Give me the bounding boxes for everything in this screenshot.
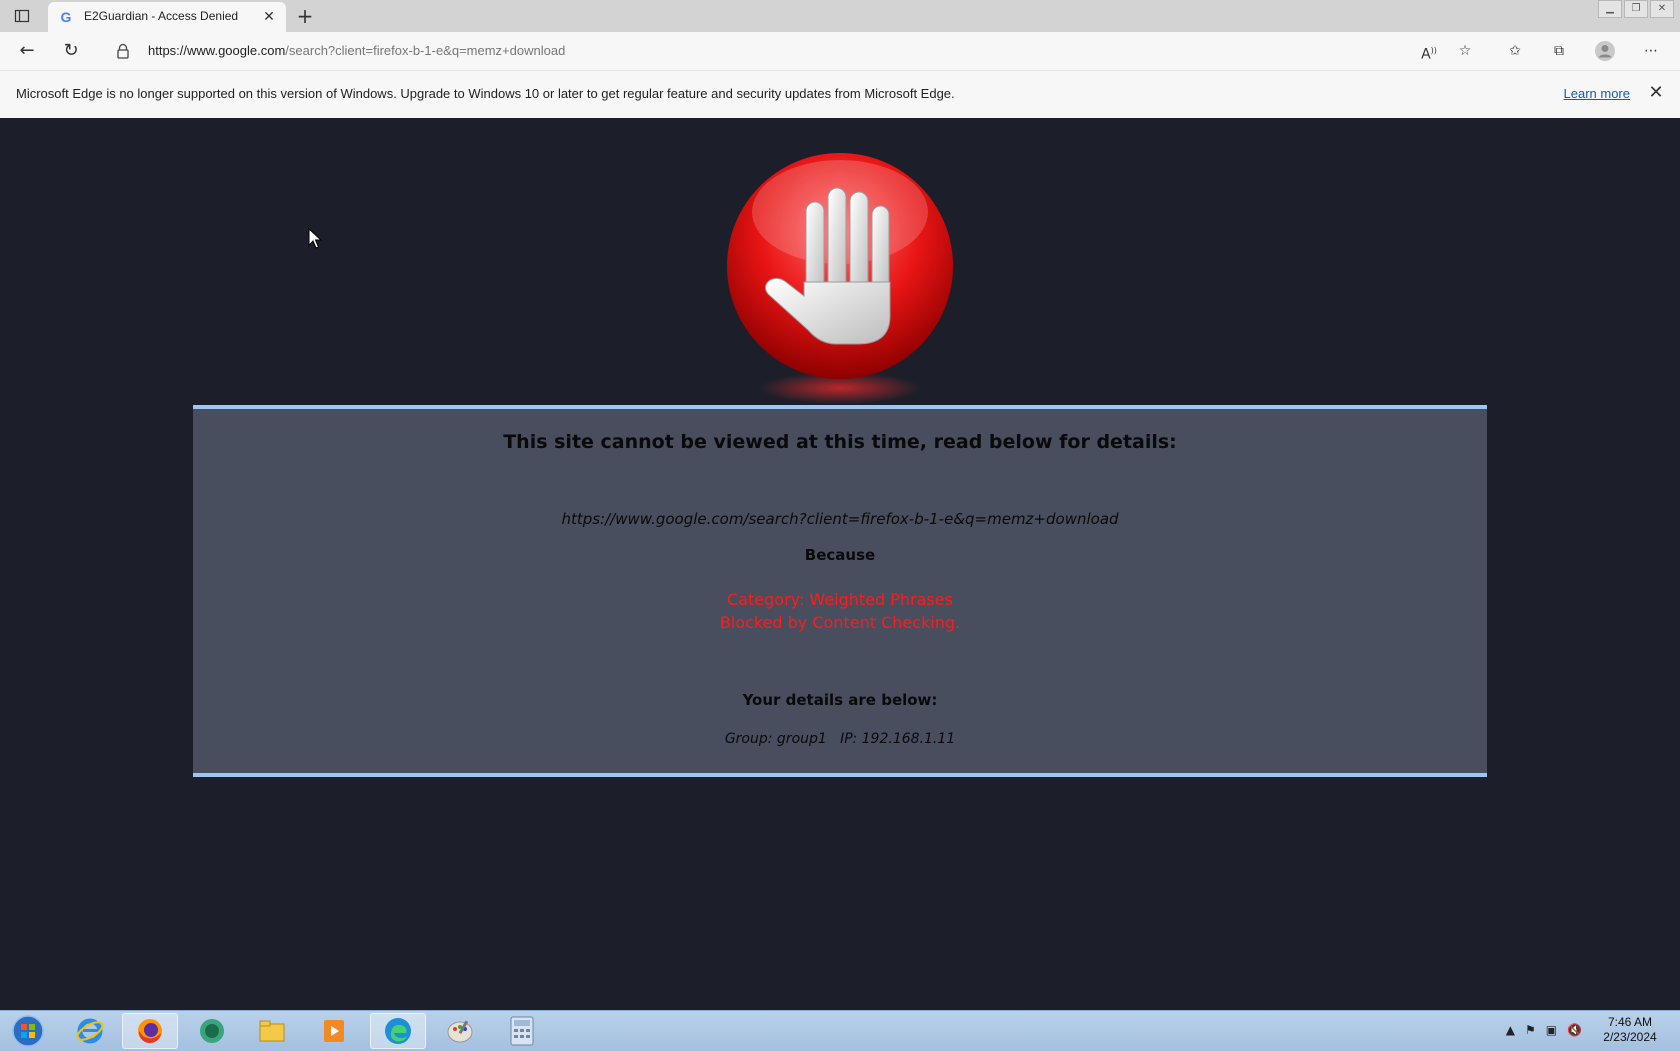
close-window-icon[interactable]: ✕ xyxy=(1650,0,1674,18)
unsupported-os-infobar: Microsoft Edge is no longer supported on… xyxy=(0,70,1680,120)
file-explorer-icon[interactable] xyxy=(244,1013,300,1049)
system-clock[interactable]: 7:46 AM 2/23/2024 xyxy=(1588,1015,1672,1045)
system-tray: ▲ ⚑ ▣ 🔇 xyxy=(1506,1023,1582,1037)
windows-taskbar: ▲ ⚑ ▣ 🔇 7:46 AM 2/23/2024 xyxy=(0,1010,1680,1051)
learn-more-link[interactable]: Learn more xyxy=(1564,86,1630,101)
infobar-message: Microsoft Edge is no longer supported on… xyxy=(16,86,955,101)
new-tab-icon[interactable]: + xyxy=(294,5,316,27)
blocked-url: https://www.google.com/search?client=fir… xyxy=(561,510,1119,528)
refresh-icon[interactable]: ↻ xyxy=(60,40,82,62)
calculator-icon[interactable] xyxy=(494,1013,550,1049)
block-message-panel: This site cannot be viewed at this time,… xyxy=(193,405,1487,777)
lock-icon[interactable] xyxy=(116,43,130,59)
block-reason: Category: Weighted Phrases Blocked by Co… xyxy=(193,588,1487,634)
mouse-pointer-icon xyxy=(308,227,323,250)
window-controls: ▁ ❐ ✕ xyxy=(1598,0,1674,18)
navigation-bar: ← ↻ https://www.google.com/search?client… xyxy=(0,32,1680,70)
minimize-icon[interactable]: ▁ xyxy=(1598,0,1622,18)
settings-more-icon[interactable]: ⋯ xyxy=(1640,40,1662,62)
internet-explorer-icon[interactable] xyxy=(62,1013,118,1049)
block-category: Category: Weighted Phrases xyxy=(727,590,953,609)
media-player-icon[interactable] xyxy=(306,1013,362,1049)
tab-bar: G E2Guardian - Access Denied ✕ + ▁ ❐ ✕ xyxy=(0,0,1680,32)
back-icon[interactable]: ← xyxy=(16,40,38,62)
tab-title: E2Guardian - Access Denied xyxy=(84,9,239,23)
tab-close-icon[interactable]: ✕ xyxy=(260,8,278,26)
show-hidden-icons-icon[interactable]: ▲ xyxy=(1506,1023,1515,1037)
user-details: Group: group1 IP: 192.168.1.11 xyxy=(724,731,956,747)
page-content: This site cannot be viewed at this time,… xyxy=(0,118,1680,1010)
address-bar[interactable]: https://www.google.com/search?client=fir… xyxy=(104,36,1484,66)
url-text[interactable]: https://www.google.com/search?client=fir… xyxy=(148,43,565,58)
active-tab[interactable]: G E2Guardian - Access Denied ✕ xyxy=(48,2,286,32)
tab-actions-icon[interactable] xyxy=(12,6,32,26)
start-orb-icon[interactable] xyxy=(0,1013,56,1049)
messenger-icon[interactable] xyxy=(184,1013,240,1049)
edge-icon[interactable] xyxy=(370,1013,426,1049)
block-method: Blocked by Content Checking. xyxy=(719,613,961,632)
google-favicon-icon: G xyxy=(60,9,72,25)
url-path: /search?client=firefox-b-1-e&q=memz+down… xyxy=(285,43,566,58)
favorites-icon[interactable]: ✩ xyxy=(1504,40,1526,62)
details-heading: Your details are below: xyxy=(742,691,938,709)
profile-avatar-icon[interactable] xyxy=(1594,40,1616,62)
stop-hand-icon xyxy=(724,150,956,410)
firefox-icon[interactable] xyxy=(122,1013,178,1049)
collections-icon[interactable]: ⧉ xyxy=(1548,40,1570,62)
clock-date: 2/23/2024 xyxy=(1603,1030,1657,1044)
network-icon[interactable]: ▣ xyxy=(1546,1023,1557,1037)
restore-icon[interactable]: ❐ xyxy=(1624,0,1648,18)
add-favorite-icon[interactable]: ☆ xyxy=(1454,40,1476,62)
infobar-close-icon[interactable]: ✕ xyxy=(1646,83,1666,103)
url-host: https://www.google.com xyxy=(148,43,286,58)
volume-muted-icon[interactable]: 🔇 xyxy=(1567,1023,1582,1037)
because-label: Because xyxy=(804,546,876,564)
block-heading: This site cannot be viewed at this time,… xyxy=(503,431,1177,453)
action-center-flag-icon[interactable]: ⚑ xyxy=(1525,1023,1536,1037)
read-aloud-icon[interactable]: A)) xyxy=(1418,40,1440,63)
paint-icon[interactable] xyxy=(432,1013,488,1049)
clock-time: 7:46 AM xyxy=(1607,1015,1653,1029)
